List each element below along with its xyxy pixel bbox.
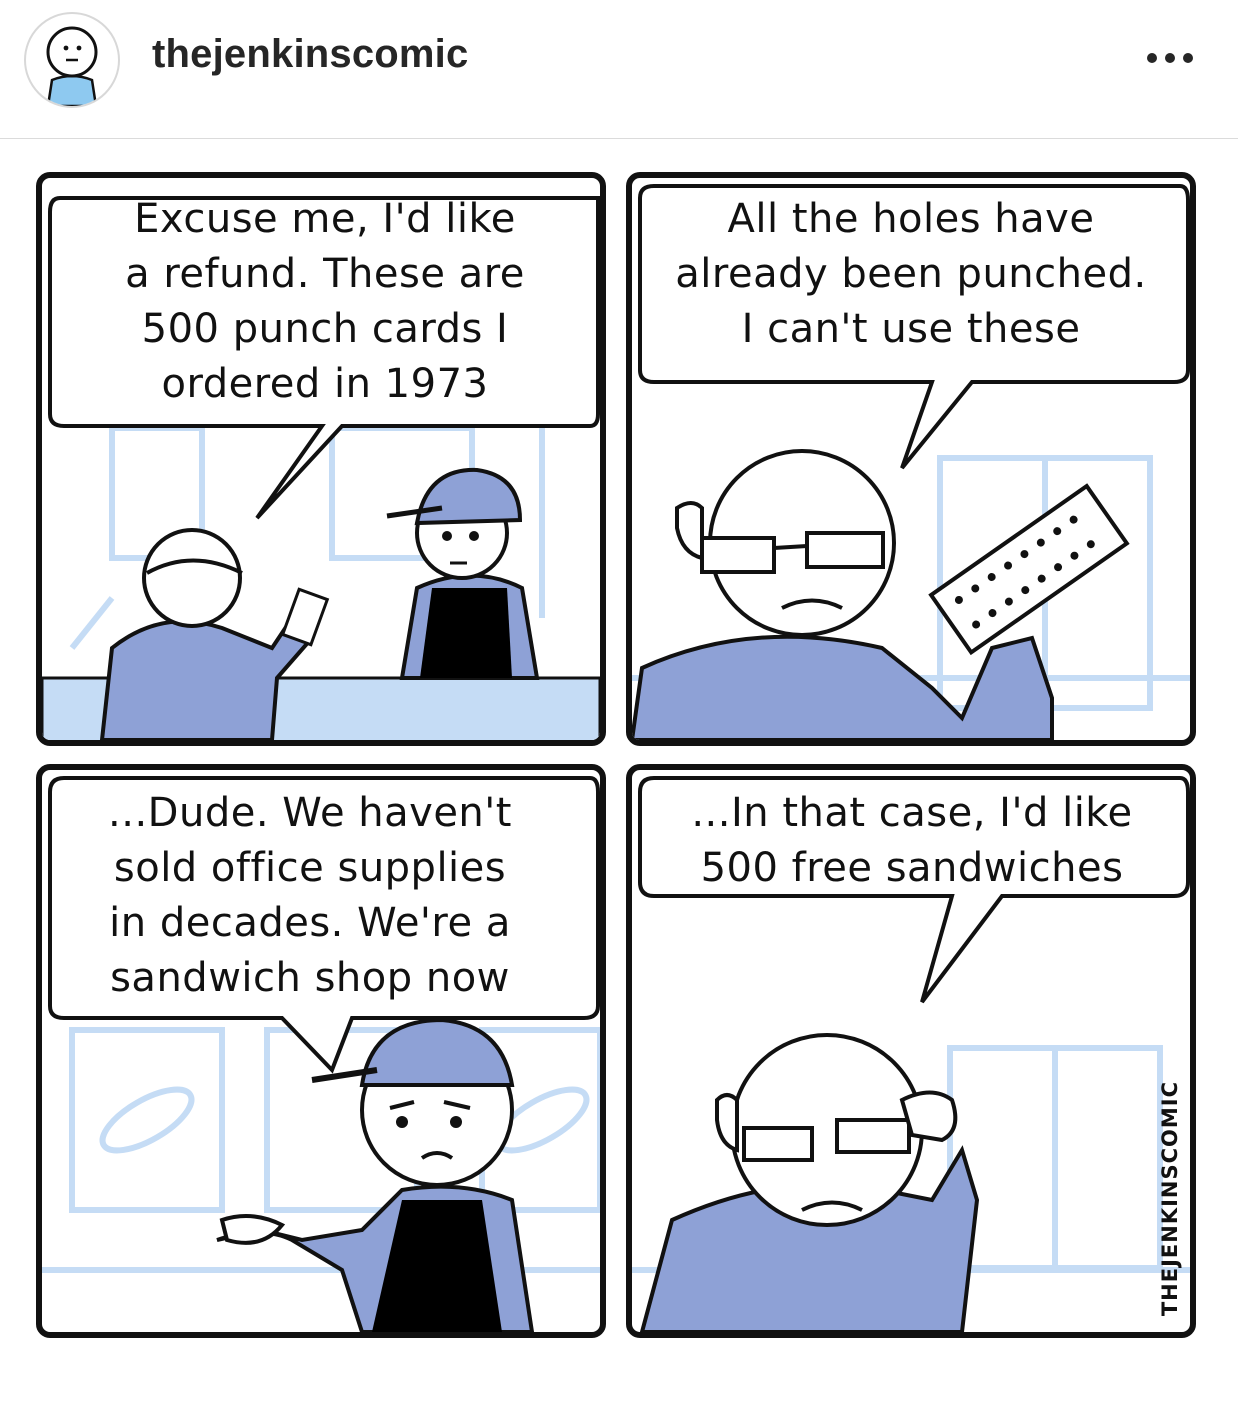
comic-panel-4: ...In that case, I'd like 500 free sandw… <box>626 764 1196 1338</box>
comic-image: Excuse me, I'd like a refund. These are … <box>36 172 1200 1338</box>
more-options-button[interactable] <box>1138 40 1202 76</box>
speech-bubble-4: ...In that case, I'd like 500 free sandw… <box>691 790 1133 891</box>
stick-figure-avatar-icon <box>46 26 98 106</box>
speech-bubble-2: All the holes have already been punched.… <box>675 196 1147 352</box>
comic-panel-2: All the holes have already been punched.… <box>626 172 1196 746</box>
comic-panel-3: ...Dude. We haven't sold office supplies… <box>36 764 606 1338</box>
post-username[interactable]: thejenkinscomic <box>152 32 468 77</box>
more-horizontal-icon <box>1147 53 1193 63</box>
speech-bubble-3: ...Dude. We haven't sold office supplies… <box>108 790 512 1001</box>
profile-avatar[interactable] <box>24 12 120 108</box>
comic-panel-1: Excuse me, I'd like a refund. These are … <box>36 172 606 746</box>
speech-bubble-1: Excuse me, I'd like a refund. These are … <box>125 196 525 407</box>
comic-watermark: THEJENKINSCOMIC <box>1158 1080 1182 1316</box>
post-header: thejenkinscomic <box>0 0 1238 139</box>
